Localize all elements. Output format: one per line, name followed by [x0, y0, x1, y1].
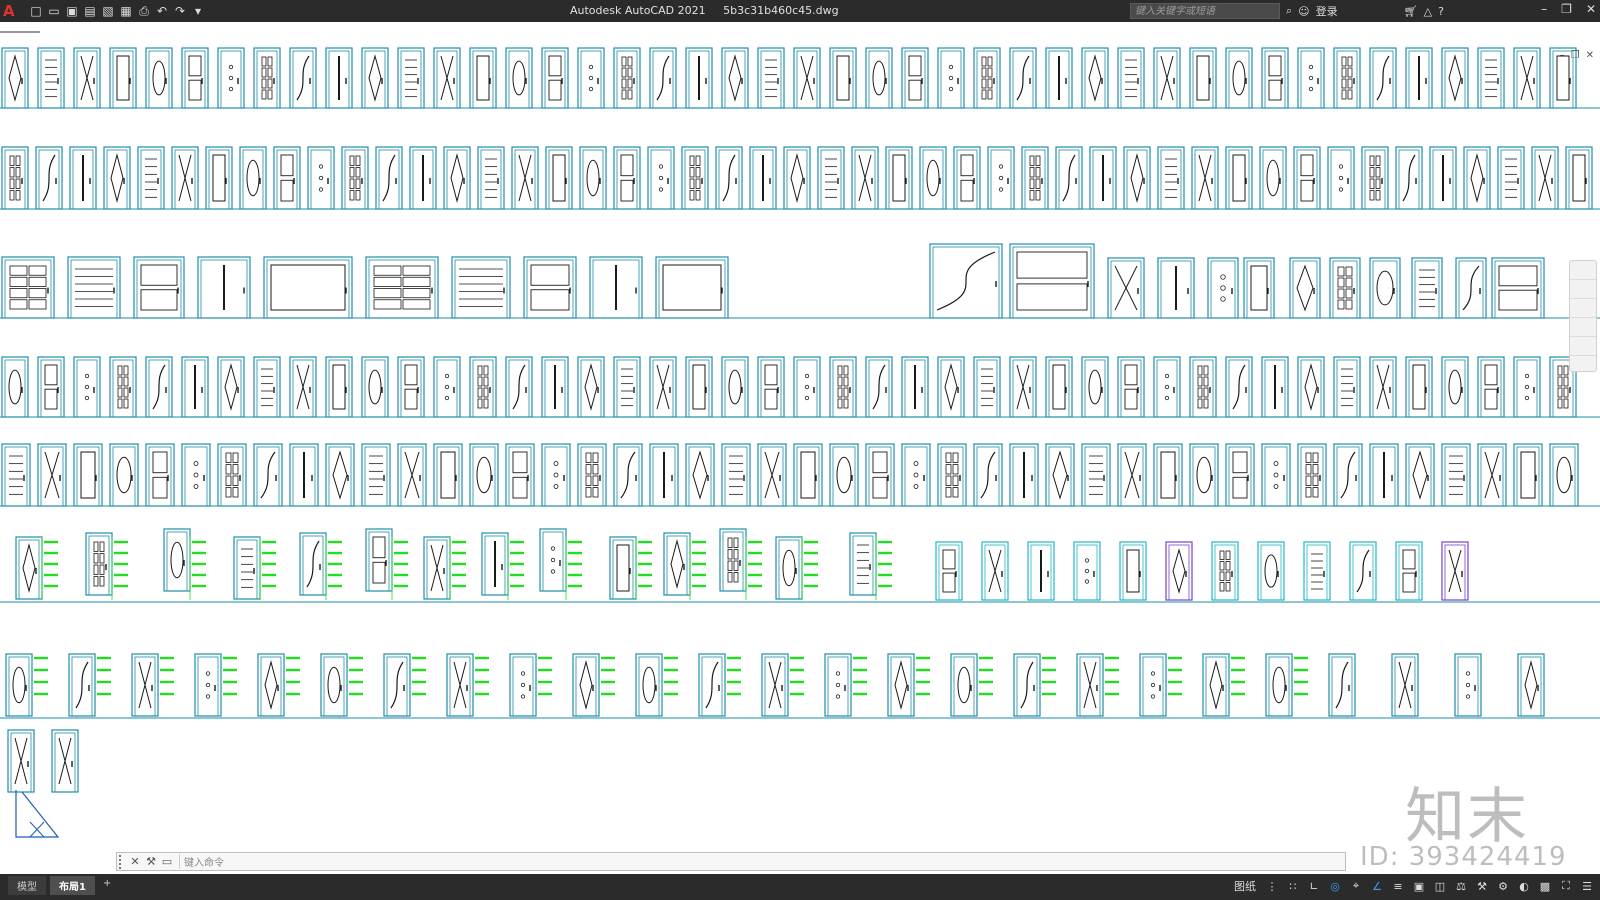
add-layout-button[interactable]: +: [99, 876, 115, 895]
viewport-controls: – ❐ ✕: [1560, 50, 1594, 61]
exchange-icon[interactable]: △: [1424, 5, 1432, 18]
new-icon[interactable]: □: [28, 3, 44, 19]
account-area: ⌕ ☺ 登录 🛒︎ △ ?: [1286, 3, 1444, 19]
orbit-icon[interactable]: [1570, 318, 1596, 337]
workspace-icon[interactable]: ⚒: [1475, 879, 1489, 893]
showmotion-icon[interactable]: [1570, 337, 1596, 356]
door-row-8: [7, 729, 79, 838]
layout-tabs: 模型 布局1 +: [8, 876, 115, 895]
title-bar: A □ ▭ ▣ ▤ ▧ ▦ ⎙ ↶ ↷ ▾ Autodesk AutoCAD 2021 5b3c3…: [0, 0, 1600, 22]
help-icon[interactable]: ?: [1438, 5, 1444, 18]
viewport-restore-icon[interactable]: ❐: [1571, 50, 1580, 61]
undo-icon[interactable]: ↶: [154, 3, 170, 19]
search-icon[interactable]: ⌕: [1286, 4, 1292, 18]
cart-icon[interactable]: 🛒︎: [1404, 5, 1418, 18]
osnap-icon[interactable]: ⌖: [1349, 879, 1363, 893]
command-line[interactable]: ✕ ⚒ ▭ 键入命令: [116, 852, 1346, 871]
otrack-icon[interactable]: ∠: [1370, 879, 1384, 893]
status-bar: 模型 布局1 + 图纸 ⋮ ∷ ∟ ◎ ⌖ ∠ ≡ ▣ ◫ ⚖ ⚒ ⚙ ◐ ▩ ⛶ ☰: [0, 874, 1600, 900]
sign-in-link[interactable]: 登录: [1316, 3, 1338, 19]
print-icon[interactable]: ⎙: [136, 3, 152, 19]
watermark-id: ID: 393424419: [1360, 842, 1567, 872]
tab-layout1[interactable]: 布局1: [50, 876, 95, 895]
lineweight-icon[interactable]: ≡: [1391, 879, 1405, 893]
minimize-icon[interactable]: –: [1541, 2, 1547, 16]
gear-icon[interactable]: ⚙: [1496, 879, 1510, 893]
transparency-icon[interactable]: ▣: [1412, 879, 1426, 893]
autocad-logo-icon[interactable]: A: [3, 2, 19, 20]
selection-cycling-icon[interactable]: ◫: [1433, 879, 1447, 893]
zoom-icon[interactable]: [1570, 299, 1596, 318]
steering-wheel-icon[interactable]: [1570, 261, 1596, 280]
navigation-bar[interactable]: [1569, 260, 1597, 372]
viewport-close-icon[interactable]: ✕: [1586, 50, 1594, 61]
save-as-icon[interactable]: ▤: [82, 3, 98, 19]
open-icon[interactable]: ▭: [46, 3, 62, 19]
annotation-scale-icon[interactable]: ⚖: [1454, 879, 1468, 893]
pan-icon[interactable]: [1570, 280, 1596, 299]
door-row-4: [0, 356, 1600, 418]
door-row-3: [0, 243, 1600, 319]
publish-icon[interactable]: ▦: [118, 3, 134, 19]
wrench-icon[interactable]: ⚒: [143, 855, 159, 868]
door-elevation-drawing: [0, 31, 1600, 838]
file-name: 5b3c31b460c45.dwg: [723, 4, 839, 17]
close-icon[interactable]: ✕: [1586, 2, 1596, 16]
drawing-canvas[interactable]: – ❐ ✕: [0, 22, 1600, 874]
snap-icon[interactable]: ∷: [1286, 879, 1300, 893]
menu-icon[interactable]: ☰: [1580, 879, 1594, 893]
command-history-icon[interactable]: ▭: [159, 855, 175, 868]
user-icon[interactable]: ☺: [1298, 5, 1309, 18]
drag-handle[interactable]: [119, 854, 127, 869]
door-row-6: [0, 528, 1600, 603]
close-icon[interactable]: ✕: [127, 855, 143, 868]
window-title: Autodesk AutoCAD 2021 5b3c31b460c45.dwg: [570, 4, 853, 17]
tab-model[interactable]: 模型: [8, 876, 46, 895]
quick-access-toolbar: □ ▭ ▣ ▤ ▧ ▦ ⎙ ↶ ↷ ▾: [28, 3, 206, 19]
polar-icon[interactable]: ◎: [1328, 879, 1342, 893]
isolate-icon[interactable]: ◐: [1517, 879, 1531, 893]
plot-preview-icon[interactable]: ▧: [100, 3, 116, 19]
viewport-minimize-icon[interactable]: –: [1560, 50, 1565, 61]
window-controls: – ❐ ✕: [1541, 2, 1596, 16]
door-row-1: [0, 47, 1600, 109]
grid-icon[interactable]: ⋮: [1265, 879, 1279, 893]
door-row-2: [0, 146, 1600, 210]
command-input[interactable]: 键入命令: [179, 854, 1345, 869]
paper-space-toggle[interactable]: 图纸: [1234, 878, 1256, 894]
search-input[interactable]: 键入关键字或短语: [1130, 3, 1280, 19]
status-toggles: 图纸 ⋮ ∷ ∟ ◎ ⌖ ∠ ≡ ▣ ◫ ⚖ ⚒ ⚙ ◐ ▩ ⛶ ☰: [1234, 878, 1594, 894]
app-name: Autodesk AutoCAD 2021: [570, 4, 706, 17]
redo-icon[interactable]: ↷: [172, 3, 188, 19]
door-row-5: [0, 443, 1600, 507]
fullscreen-icon[interactable]: ⛶: [1559, 879, 1573, 893]
ortho-icon[interactable]: ∟: [1307, 879, 1321, 893]
hardware-accel-icon[interactable]: ▩: [1538, 879, 1552, 893]
customize-icon[interactable]: ▾: [190, 3, 206, 19]
restore-icon[interactable]: ❐: [1561, 2, 1572, 16]
door-row-7: [0, 653, 1600, 719]
save-icon[interactable]: ▣: [64, 3, 80, 19]
